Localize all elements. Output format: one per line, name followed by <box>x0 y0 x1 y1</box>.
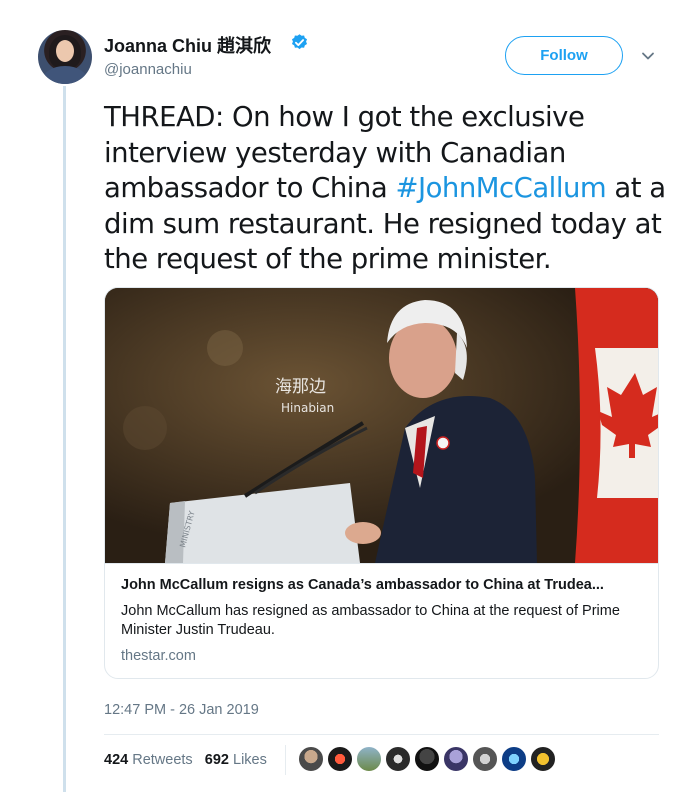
author-avatar[interactable] <box>38 30 92 84</box>
card-body[interactable]: John McCallum resigns as Canada’s ambass… <box>105 563 658 678</box>
likes-count: 692 <box>204 752 229 768</box>
likers-avatar-list <box>298 746 559 774</box>
card-title[interactable]: John McCallum resigns as Canada’s ambass… <box>121 577 646 593</box>
author-name[interactable]: Joanna Chiu 趙淇欣 <box>104 32 271 58</box>
stats-separator <box>285 745 286 775</box>
follow-button[interactable]: Follow <box>505 36 623 75</box>
likes-label: Likes <box>233 752 267 768</box>
liker-avatar[interactable] <box>501 746 527 772</box>
card-description: John McCallum has resigned as ambassador… <box>121 603 620 638</box>
tweet-timestamp[interactable]: 12:47 PM - 26 Jan 2019 <box>104 702 259 718</box>
tweet-stats: 424 Retweets 692 Likes <box>104 752 267 768</box>
liker-avatar[interactable] <box>356 746 382 772</box>
link-preview-card[interactable]: MINISTRY 海那边 Hinabian John McCallum resi… <box>104 287 659 679</box>
liker-avatar[interactable] <box>472 746 498 772</box>
retweets-label: Retweets <box>132 752 193 768</box>
hashtag-link[interactable]: #JohnMcCallum <box>395 172 606 204</box>
tweet-text: THREAD: On how I got the exclusive inter… <box>104 100 674 278</box>
author-handle[interactable]: @joannachiu <box>104 61 192 78</box>
watermark-english: Hinabian <box>281 401 334 415</box>
likes-stat[interactable]: 692 Likes <box>205 752 267 768</box>
liker-avatar[interactable] <box>414 746 440 772</box>
liker-avatar[interactable] <box>298 746 324 772</box>
liker-avatar[interactable] <box>385 746 411 772</box>
chevron-down-icon[interactable] <box>640 48 656 64</box>
watermark-chinese: 海那边 <box>275 377 326 397</box>
liker-avatar[interactable] <box>443 746 469 772</box>
liker-avatar[interactable] <box>327 746 353 772</box>
card-image: MINISTRY 海那边 Hinabian <box>105 288 658 563</box>
thread-connector-line <box>63 86 66 792</box>
liker-avatar[interactable] <box>530 746 556 772</box>
verified-badge-icon <box>291 34 308 50</box>
card-photo-illustration: MINISTRY 海那边 Hinabian <box>105 288 658 563</box>
card-domain: thestar.com <box>121 648 196 664</box>
retweets-stat[interactable]: 424 Retweets <box>104 752 193 768</box>
divider <box>104 734 659 735</box>
retweets-count: 424 <box>104 752 129 768</box>
